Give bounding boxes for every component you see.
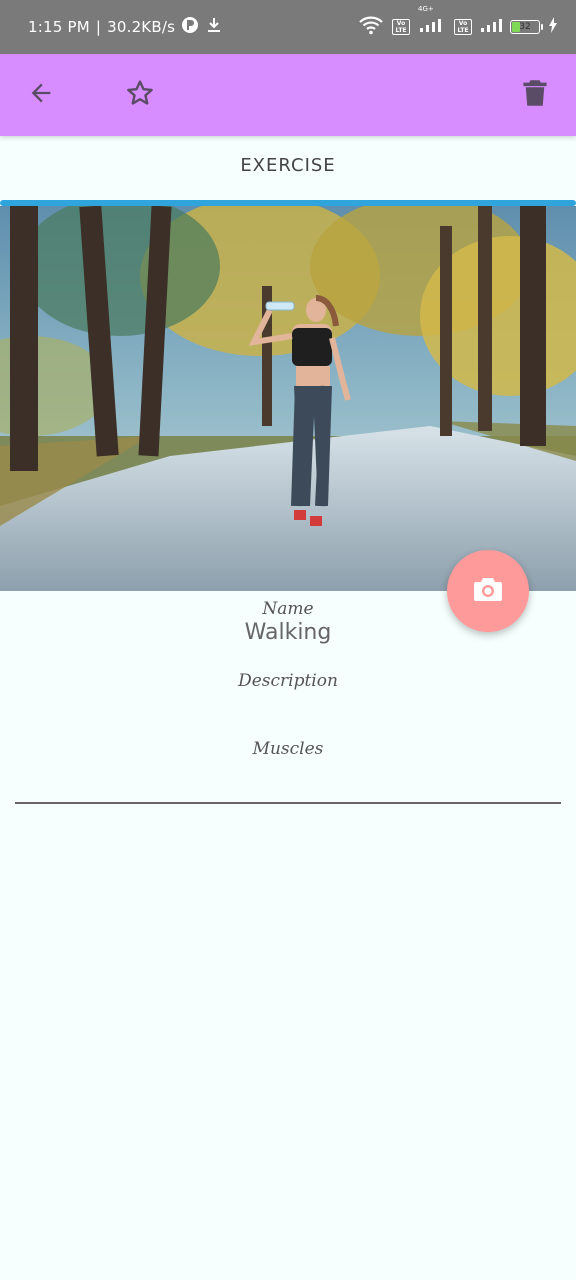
status-net-speed: 30.2KB/s bbox=[107, 18, 176, 36]
download-icon bbox=[205, 16, 223, 38]
signal-icon-1: 4G+ bbox=[418, 5, 446, 37]
app-notification-icon bbox=[181, 16, 199, 38]
status-right: Vo LTE 4G+ Vo LTE 32 bbox=[358, 0, 558, 54]
exercise-image bbox=[0, 206, 576, 591]
battery-level: 32 bbox=[519, 22, 531, 32]
trash-icon bbox=[521, 78, 549, 112]
signal-icon-2 bbox=[480, 17, 502, 37]
description-label: Description bbox=[238, 671, 338, 691]
back-button[interactable] bbox=[21, 75, 61, 115]
divider bbox=[15, 802, 561, 804]
volte-icon: Vo LTE bbox=[392, 19, 410, 35]
name-value: Walking bbox=[244, 620, 332, 645]
charging-icon bbox=[548, 17, 558, 37]
wifi-icon bbox=[358, 15, 384, 39]
exercise-photo bbox=[0, 206, 576, 591]
name-label: Name bbox=[262, 599, 314, 619]
volte-icon-2: Vo LTE bbox=[454, 19, 472, 35]
page-title: EXERCISE bbox=[240, 155, 336, 176]
network-type-label: 4G+ bbox=[418, 5, 434, 13]
status-bar: 1:15 PM | 30.2KB/s Vo LTE 4G+ Vo LTE 32 bbox=[0, 0, 576, 54]
favorite-button[interactable] bbox=[120, 75, 160, 115]
delete-button[interactable] bbox=[515, 75, 555, 115]
battery-icon: 32 bbox=[510, 20, 543, 34]
volte-label-2: Vo LTE bbox=[457, 20, 469, 34]
app-bar bbox=[0, 54, 576, 136]
volte-label: Vo LTE bbox=[395, 20, 407, 34]
muscles-label: Muscles bbox=[252, 739, 324, 759]
status-left: 1:15 PM | 30.2KB/s bbox=[28, 0, 223, 54]
status-time: 1:15 PM bbox=[28, 18, 90, 36]
star-outline-icon bbox=[124, 77, 156, 113]
status-separator: | bbox=[95, 18, 102, 36]
arrow-back-icon bbox=[27, 79, 55, 111]
